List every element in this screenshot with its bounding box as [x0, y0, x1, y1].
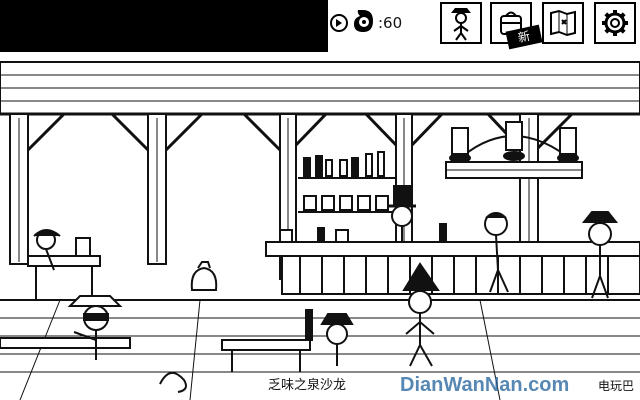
- hud-black-bar: [0, 0, 328, 52]
- bench-patron[interactable]: [320, 313, 354, 366]
- location-name: 乏味之泉沙龙: [268, 378, 347, 393]
- timer-value: :60: [378, 14, 403, 32]
- gear-icon: [602, 10, 628, 36]
- ceiling-beam: [0, 61, 640, 116]
- play-icon[interactable]: [330, 14, 348, 32]
- turn-timer: :60: [330, 8, 402, 38]
- character-button[interactable]: [440, 2, 482, 44]
- left-table: [27, 237, 101, 300]
- wooden-braces: [26, 112, 574, 152]
- stopwatch-icon: [352, 9, 374, 37]
- chandelier: [445, 121, 583, 179]
- saloon-scene: [0, 61, 640, 400]
- front-benches: [0, 309, 313, 372]
- settings-button[interactable]: [594, 2, 636, 44]
- sunglasses-cowboy[interactable]: [67, 295, 123, 360]
- swirl-decoration: [159, 372, 187, 393]
- watermark: DianWanNan.com: [400, 374, 569, 396]
- bottle-shelves: [298, 151, 395, 213]
- money-sack[interactable]: [190, 261, 218, 291]
- watermark-text: DianWanNan.com: [400, 374, 569, 396]
- bar-counter: [265, 223, 640, 295]
- treasure-map-icon: [550, 9, 576, 37]
- map-button[interactable]: [542, 2, 584, 44]
- cowboy-figure-icon: [451, 8, 471, 41]
